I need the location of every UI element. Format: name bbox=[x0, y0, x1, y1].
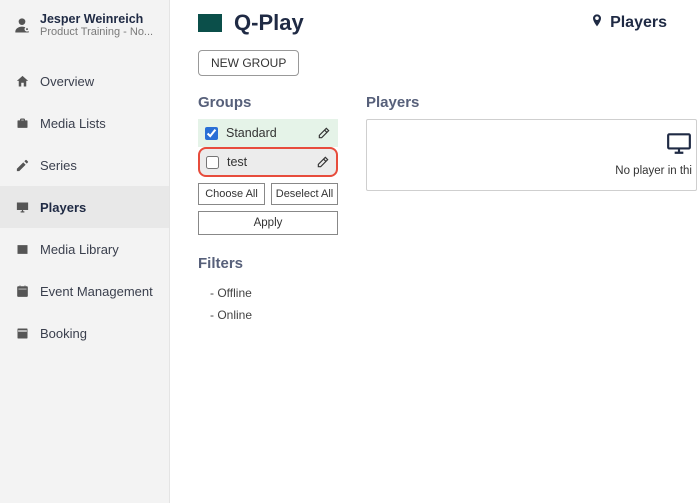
players-box: No player in thi bbox=[366, 119, 697, 191]
nav-label: Media Lists bbox=[40, 116, 106, 131]
nav-label: Booking bbox=[40, 326, 87, 341]
brand: Q-Play bbox=[198, 10, 304, 36]
top-players-label: Players bbox=[610, 14, 667, 32]
nav-series[interactable]: Series bbox=[0, 144, 169, 186]
sidebar: Jesper Weinreich Product Training - No..… bbox=[0, 0, 170, 503]
nav-media-lists[interactable]: Media Lists bbox=[0, 102, 169, 144]
calendar2-icon bbox=[14, 325, 30, 341]
nav-event-management[interactable]: Event Management bbox=[0, 270, 169, 312]
image-icon bbox=[14, 241, 30, 257]
group-checkbox[interactable] bbox=[206, 156, 219, 169]
briefcase-icon bbox=[14, 115, 30, 131]
nav-players[interactable]: Players bbox=[0, 186, 169, 228]
brand-logo bbox=[198, 14, 222, 32]
user-name: Jesper Weinreich bbox=[40, 12, 153, 26]
group-row-standard[interactable]: Standard bbox=[198, 119, 338, 147]
group-list: Standard test bbox=[198, 119, 338, 177]
top-players-link[interactable]: Players bbox=[589, 13, 667, 34]
filter-offline[interactable]: - Offline bbox=[198, 282, 338, 304]
edit-icon[interactable] bbox=[317, 126, 331, 140]
nav-booking[interactable]: Booking bbox=[0, 312, 169, 354]
edit-icon[interactable] bbox=[316, 155, 330, 169]
choose-all-button[interactable]: Choose All bbox=[198, 183, 265, 205]
deselect-all-button[interactable]: Deselect All bbox=[271, 183, 338, 205]
brand-title: Q-Play bbox=[234, 10, 304, 36]
nav-label: Players bbox=[40, 200, 86, 215]
calendar-icon bbox=[14, 283, 30, 299]
user-subtitle: Product Training - No... bbox=[40, 26, 153, 38]
edit-icon bbox=[14, 157, 30, 173]
groups-column: Groups Standard test bbox=[198, 94, 338, 326]
home-icon bbox=[14, 73, 30, 89]
monitor-icon bbox=[615, 130, 692, 159]
nav-label: Event Management bbox=[40, 284, 153, 299]
user-card[interactable]: Jesper Weinreich Product Training - No..… bbox=[0, 6, 169, 48]
group-checkbox[interactable] bbox=[205, 127, 218, 140]
players-empty: No player in thi bbox=[615, 130, 692, 177]
group-row-test[interactable]: test bbox=[198, 147, 338, 177]
nav-label: Series bbox=[40, 158, 77, 173]
nav-overview[interactable]: Overview bbox=[0, 60, 169, 102]
group-label: test bbox=[227, 155, 308, 169]
nav-label: Overview bbox=[40, 74, 94, 89]
monitor-icon bbox=[14, 199, 30, 215]
players-column: Players No player in thi bbox=[366, 94, 697, 326]
apply-button[interactable]: Apply bbox=[198, 211, 338, 235]
main: Q-Play Players NEW GROUP Groups Standard bbox=[170, 0, 697, 503]
user-icon bbox=[12, 15, 32, 35]
groups-heading: Groups bbox=[198, 94, 338, 111]
players-heading: Players bbox=[366, 94, 697, 111]
players-empty-text: No player in thi bbox=[615, 165, 692, 177]
pin-icon bbox=[589, 13, 605, 34]
nav: Overview Media Lists Series Players bbox=[0, 60, 169, 354]
nav-media-library[interactable]: Media Library bbox=[0, 228, 169, 270]
new-group-button[interactable]: NEW GROUP bbox=[198, 50, 299, 76]
filters-heading: Filters bbox=[198, 255, 338, 272]
filter-online[interactable]: - Online bbox=[198, 304, 338, 326]
nav-label: Media Library bbox=[40, 242, 119, 257]
topbar: Q-Play Players bbox=[198, 10, 697, 50]
group-label: Standard bbox=[226, 126, 309, 140]
